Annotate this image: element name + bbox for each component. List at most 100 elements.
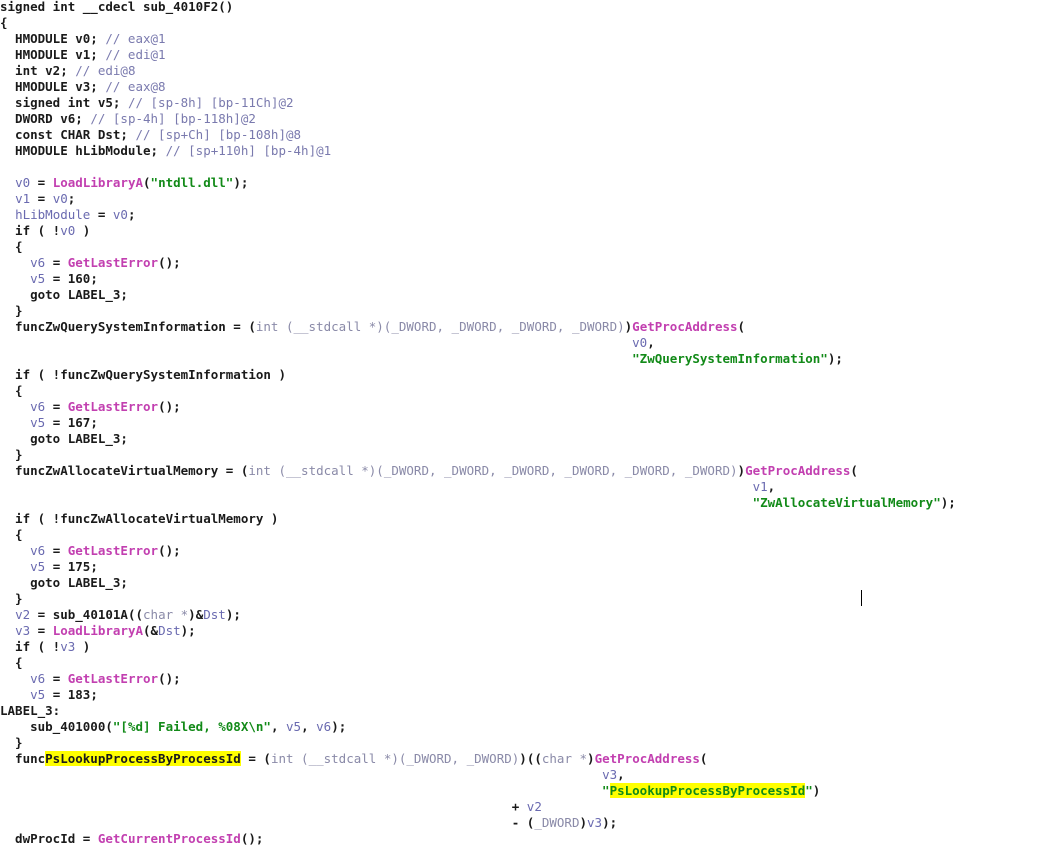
code-token[interactable]: (); [158, 255, 181, 270]
code-line[interactable]: } [0, 735, 23, 751]
code-token[interactable]: // eax@1 [105, 31, 165, 46]
code-token[interactable]: v0 [15, 175, 30, 190]
code-line[interactable]: const CHAR Dst; // [sp+Ch] [bp-108h]@8 [0, 127, 301, 143]
code-token[interactable] [0, 191, 15, 206]
code-token[interactable]: , [271, 719, 286, 734]
code-token[interactable]: = [45, 255, 68, 270]
code-token[interactable]: HMODULE v1; [0, 47, 105, 62]
code-token[interactable]: ( [738, 319, 746, 334]
code-token[interactable]: ) [738, 463, 746, 478]
code-token[interactable] [0, 415, 30, 430]
code-token[interactable]: int (__stdcall *)(_DWORD, _DWORD, _DWORD… [248, 463, 737, 478]
code-token[interactable]: = [30, 623, 53, 638]
code-line[interactable]: int v2; // edi@8 [0, 63, 135, 79]
code-line[interactable]: v1, [0, 479, 776, 495]
code-line[interactable]: { [0, 383, 23, 399]
code-token[interactable] [0, 207, 15, 222]
code-token[interactable]: v5 [30, 415, 45, 430]
code-token[interactable]: { [0, 239, 23, 254]
code-token[interactable]: if ( ! [0, 223, 60, 238]
code-token[interactable]: = [30, 175, 53, 190]
code-token[interactable]: v0 [60, 223, 75, 238]
code-token[interactable]: ); [941, 495, 956, 510]
code-line[interactable]: HMODULE hLibModule; // [sp+110h] [bp-4h]… [0, 143, 331, 159]
code-line[interactable]: { [0, 655, 23, 671]
code-token[interactable]: signed int v5; [0, 95, 128, 110]
code-token[interactable]: " [0, 783, 610, 798]
code-token[interactable] [0, 671, 30, 686]
code-line[interactable]: "ZwQuerySystemInformation"); [0, 351, 843, 367]
code-token[interactable]: = 175; [45, 559, 98, 574]
code-token[interactable] [0, 687, 30, 702]
code-token[interactable]: = ( [241, 751, 271, 766]
code-token[interactable]: (); [158, 671, 181, 686]
code-line[interactable]: sub_401000("[%d] Failed, %08X\n", v5, v6… [0, 719, 346, 735]
code-line[interactable]: v5 = 183; [0, 687, 98, 703]
code-token[interactable]: v3 [15, 623, 30, 638]
code-line[interactable]: v5 = 167; [0, 415, 98, 431]
code-line[interactable]: } [0, 303, 23, 319]
code-token[interactable] [0, 399, 30, 414]
code-line[interactable]: if ( !funcZwQuerySystemInformation ) [0, 367, 286, 383]
code-token[interactable]: // [sp+Ch] [bp-108h]@8 [135, 127, 301, 142]
code-token[interactable] [0, 271, 30, 286]
code-token[interactable]: ) [587, 751, 595, 766]
code-token[interactable]: HMODULE v0; [0, 31, 105, 46]
code-token[interactable]: (& [143, 623, 158, 638]
code-token[interactable]: v0 [53, 191, 68, 206]
code-token[interactable]: v2 [527, 799, 542, 814]
code-line[interactable]: v6 = GetLastError(); [0, 255, 181, 271]
code-line[interactable]: v2 = sub_40101A((char *)&Dst); [0, 607, 241, 623]
code-token[interactable]: v3 [60, 639, 75, 654]
code-line[interactable]: "ZwAllocateVirtualMemory"); [0, 495, 956, 511]
code-token[interactable]: )& [188, 607, 203, 622]
code-token[interactable]: Dst [158, 623, 181, 638]
code-token[interactable]: ) [813, 783, 821, 798]
code-token[interactable] [0, 495, 753, 510]
code-line[interactable]: signed int __cdecl sub_4010F2() [0, 0, 233, 15]
code-token[interactable]: (); [158, 543, 181, 558]
code-token[interactable]: v3 [587, 815, 602, 830]
code-line[interactable]: DWORD v6; // [sp-4h] [bp-118h]@2 [0, 111, 256, 127]
code-token[interactable]: } [0, 303, 23, 318]
code-line[interactable]: v6 = GetLastError(); [0, 671, 181, 687]
code-line[interactable]: signed int v5; // [sp-8h] [bp-11Ch]@2 [0, 95, 293, 111]
code-token[interactable] [0, 335, 632, 350]
code-token[interactable]: hLibModule [15, 207, 90, 222]
code-token[interactable]: funcZwQuerySystemInformation = ( [0, 319, 256, 334]
code-token[interactable]: v2 [15, 607, 30, 622]
code-line[interactable]: v5 = 175; [0, 559, 98, 575]
code-token[interactable]: v6 [30, 399, 45, 414]
code-token[interactable]: LoadLibraryA [53, 623, 143, 638]
code-line[interactable]: "PsLookupProcessByProcessId") [0, 783, 820, 799]
code-line[interactable]: { [0, 15, 8, 31]
code-line[interactable]: v6 = GetLastError(); [0, 543, 181, 559]
code-token[interactable]: "ntdll.dll" [151, 175, 234, 190]
code-line[interactable]: dwProcId = GetCurrentProcessId(); [0, 831, 263, 847]
code-token[interactable]: if ( !funcZwAllocateVirtualMemory ) [0, 511, 278, 526]
code-token[interactable] [0, 351, 632, 366]
code-line[interactable]: LABEL_3: [0, 703, 60, 719]
code-token[interactable]: , [617, 767, 625, 782]
code-line[interactable]: v3 = LoadLibraryA(&Dst); [0, 623, 196, 639]
code-token[interactable]: ); [233, 175, 248, 190]
code-token[interactable]: { [0, 383, 23, 398]
code-token[interactable]: // edi@8 [75, 63, 135, 78]
code-line[interactable]: goto LABEL_3; [0, 287, 128, 303]
code-token[interactable]: = 167; [45, 415, 98, 430]
code-token[interactable]: ); [331, 719, 346, 734]
code-line[interactable]: v0, [0, 335, 655, 351]
code-token[interactable]: " [805, 783, 813, 798]
code-token[interactable]: , [768, 479, 776, 494]
code-token[interactable]: char * [542, 751, 587, 766]
code-token[interactable]: if ( !funcZwQuerySystemInformation ) [0, 367, 286, 382]
code-token[interactable]: ); [828, 351, 843, 366]
code-line[interactable]: v3, [0, 767, 625, 783]
code-token[interactable]: v1 [15, 191, 30, 206]
code-token[interactable]: ) [75, 223, 91, 238]
code-token[interactable]: ); [602, 815, 617, 830]
code-token[interactable]: v3 [602, 767, 617, 782]
code-token[interactable]: GetProcAddress [745, 463, 850, 478]
code-line[interactable]: hLibModule = v0; [0, 207, 135, 223]
code-token[interactable]: ); [226, 607, 241, 622]
